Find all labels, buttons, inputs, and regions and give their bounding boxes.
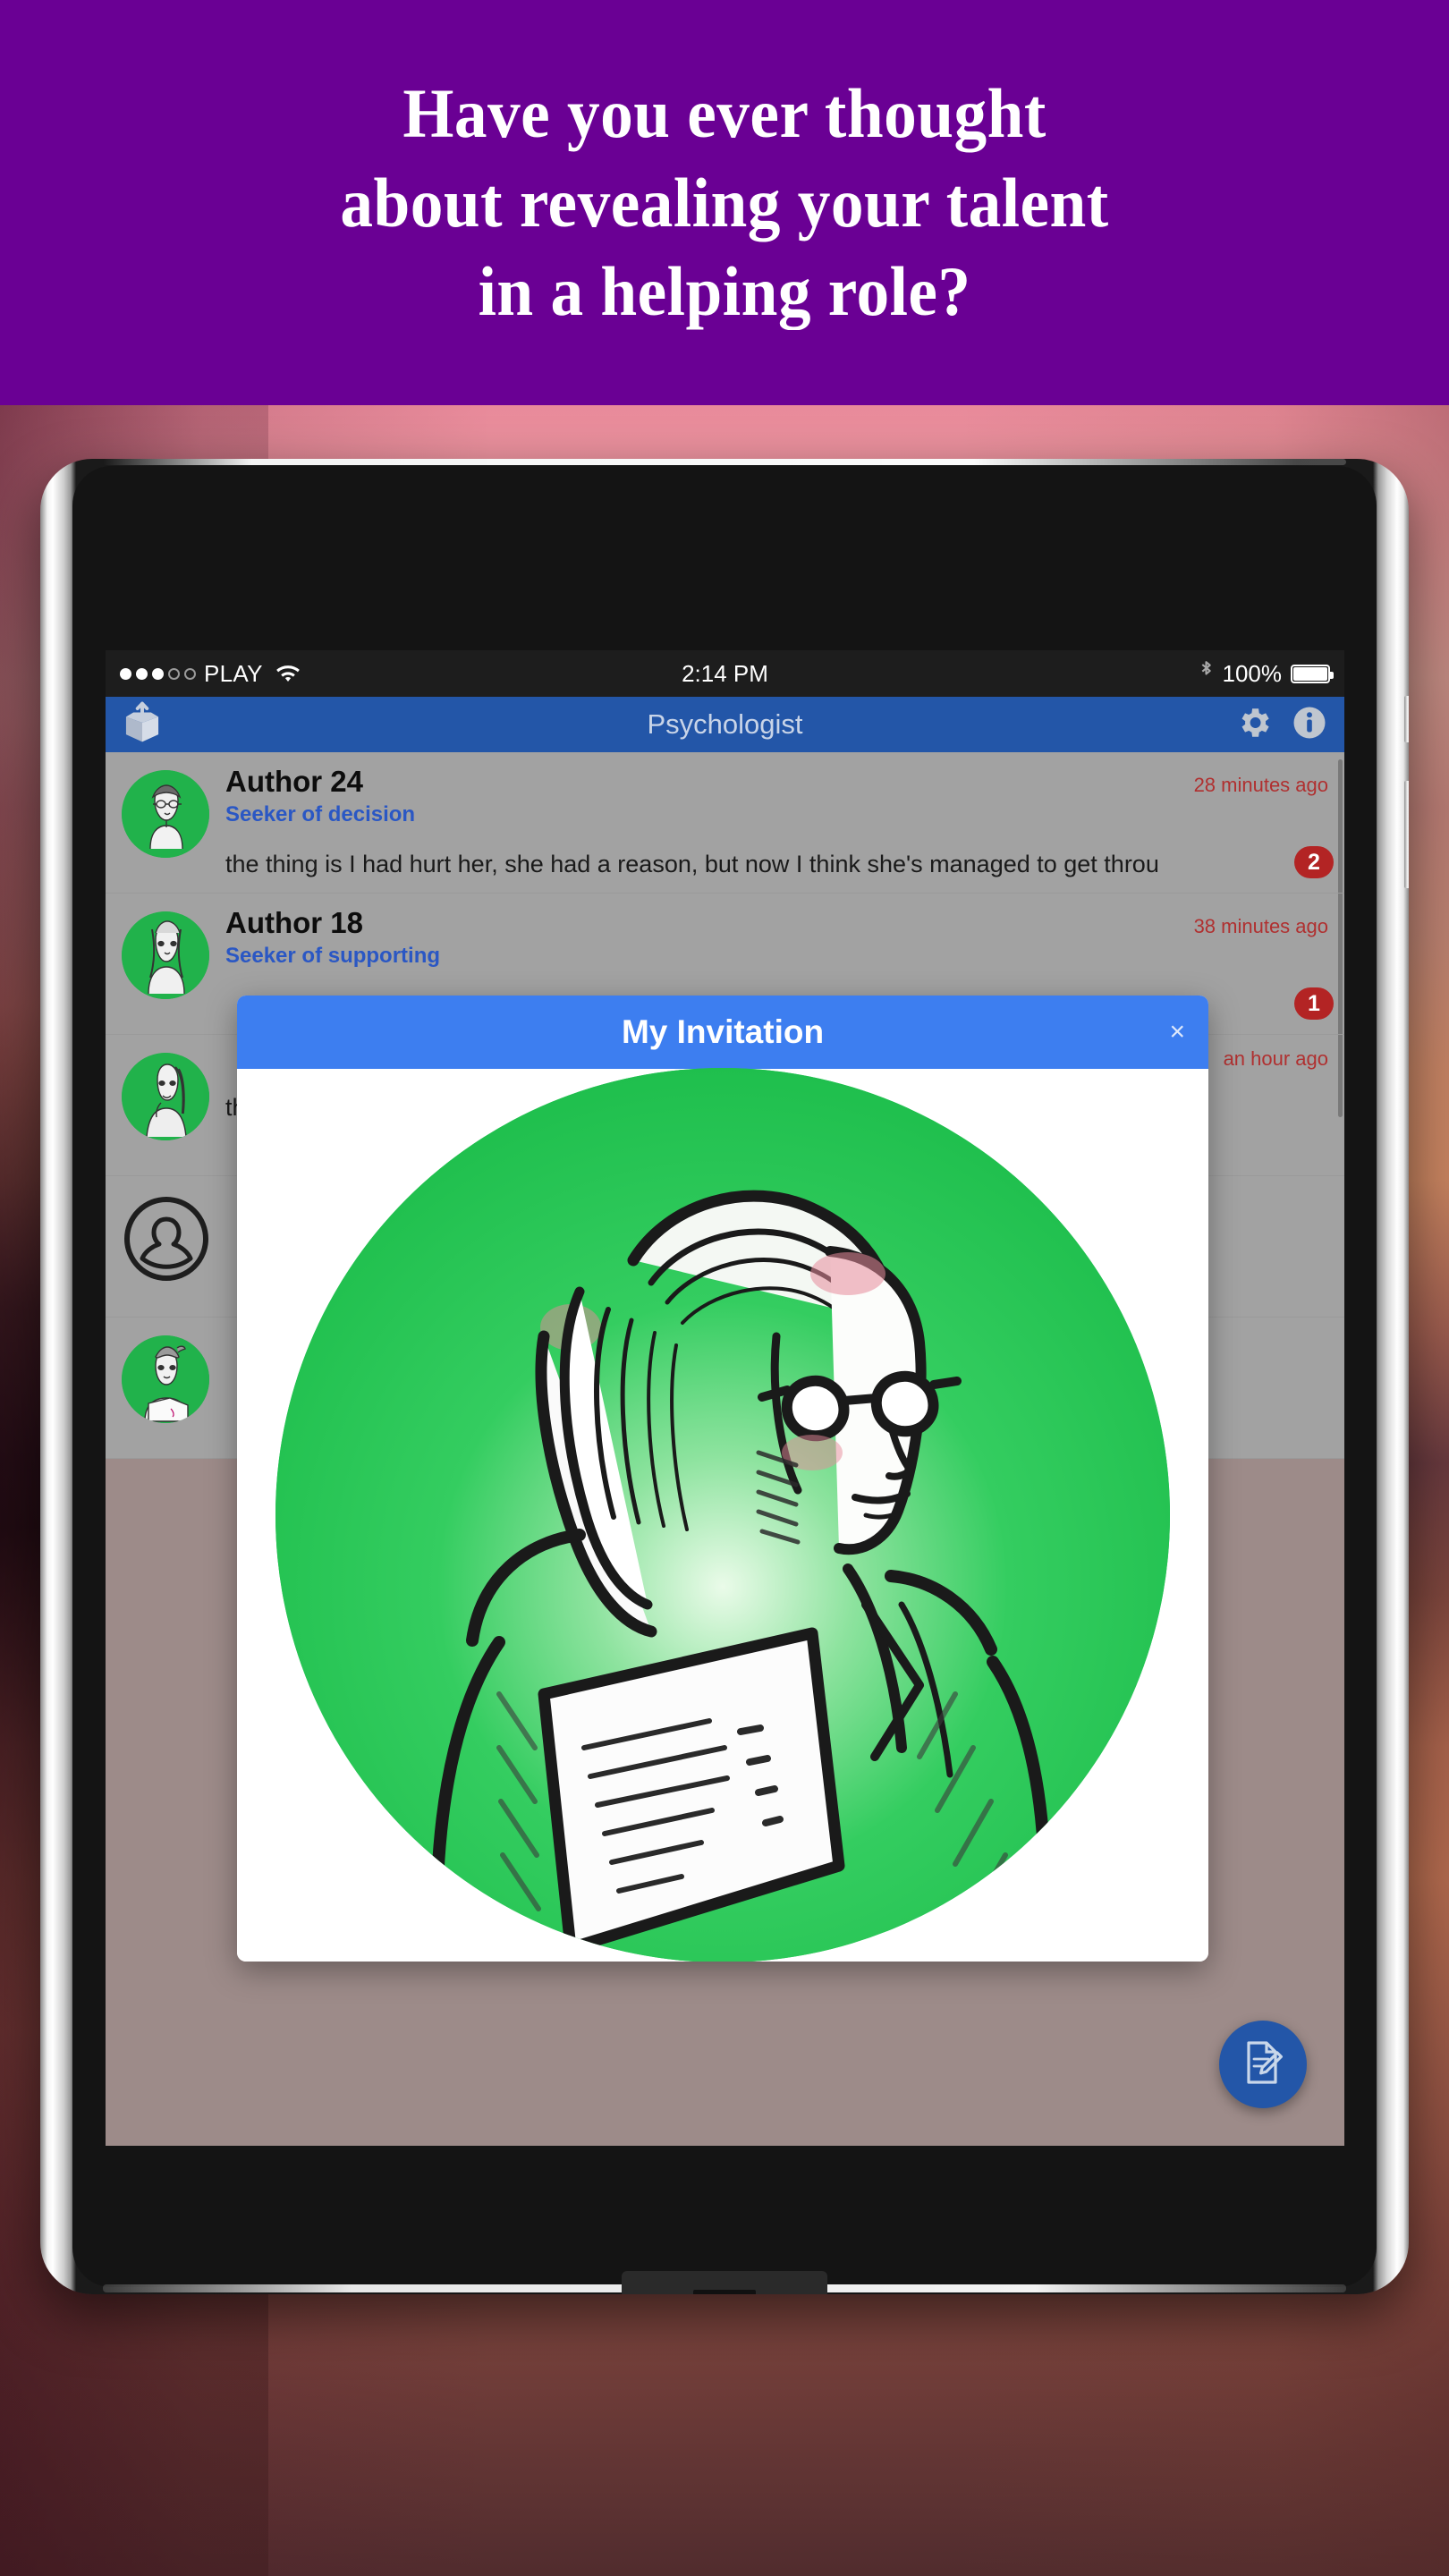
- author-name: Author 18: [225, 906, 364, 939]
- wifi-icon: [275, 663, 301, 684]
- unread-badge: 1: [1294, 987, 1334, 1020]
- invitation-modal[interactable]: My Invitation ×: [237, 996, 1208, 1962]
- signal-strength-icon: [120, 667, 196, 680]
- timestamp: an hour ago: [1223, 1047, 1328, 1070]
- carrier-label: PLAY: [204, 659, 263, 687]
- open-box-upload-icon[interactable]: [122, 700, 163, 750]
- message-preview: the thing is I had hurt her, she had a r…: [225, 851, 1159, 877]
- status-bar-right: 100%: [1199, 658, 1334, 690]
- avatar[interactable]: [122, 911, 209, 999]
- volume-down-button[interactable]: [1404, 781, 1409, 888]
- avatar[interactable]: [122, 1053, 209, 1140]
- compose-document-pencil-icon: [1238, 2038, 1288, 2092]
- modal-header: My Invitation ×: [237, 996, 1208, 1069]
- status-bar: PLAY 2:14 PM 100%: [106, 650, 1344, 697]
- avatar[interactable]: [122, 770, 209, 858]
- gear-icon[interactable]: [1235, 704, 1273, 746]
- info-icon[interactable]: [1291, 704, 1328, 746]
- home-button-nub: [693, 2290, 756, 2294]
- psychologist-portrait-image: [275, 1068, 1170, 1962]
- promo-headline: Have you ever thought about revealing yo…: [340, 73, 1109, 331]
- status-bar-left: PLAY: [120, 660, 301, 688]
- author-name: Author 24: [225, 765, 364, 798]
- clock-label: 2:14 PM: [682, 659, 768, 687]
- unread-badge: 2: [1294, 846, 1334, 878]
- avatar[interactable]: [122, 1335, 209, 1423]
- page-title: Psychologist: [647, 708, 803, 740]
- compose-button[interactable]: [1219, 2021, 1307, 2108]
- timestamp: 28 minutes ago: [1193, 774, 1328, 796]
- bluetooth-icon: [1199, 658, 1214, 690]
- author-role: Seeker of supporting: [225, 944, 441, 968]
- avatar[interactable]: [122, 1194, 209, 1282]
- timestamp: 38 minutes ago: [1193, 915, 1328, 937]
- modal-body: [237, 1068, 1208, 1962]
- battery-icon: [1291, 664, 1334, 683]
- battery-percent-label: 100%: [1222, 659, 1283, 687]
- promo-banner: Have you ever thought about revealing yo…: [0, 0, 1449, 405]
- modal-title: My Invitation: [621, 1013, 825, 1050]
- tablet-top-highlight: [103, 459, 1346, 465]
- app-bar: Psychologist: [106, 697, 1344, 752]
- close-icon[interactable]: ×: [1169, 1019, 1185, 1046]
- volume-up-button[interactable]: [1404, 696, 1409, 742]
- author-role: Seeker of decision: [225, 802, 416, 826]
- table-row[interactable]: Author 24 28 minutes ago Seeker of decis…: [106, 752, 1344, 894]
